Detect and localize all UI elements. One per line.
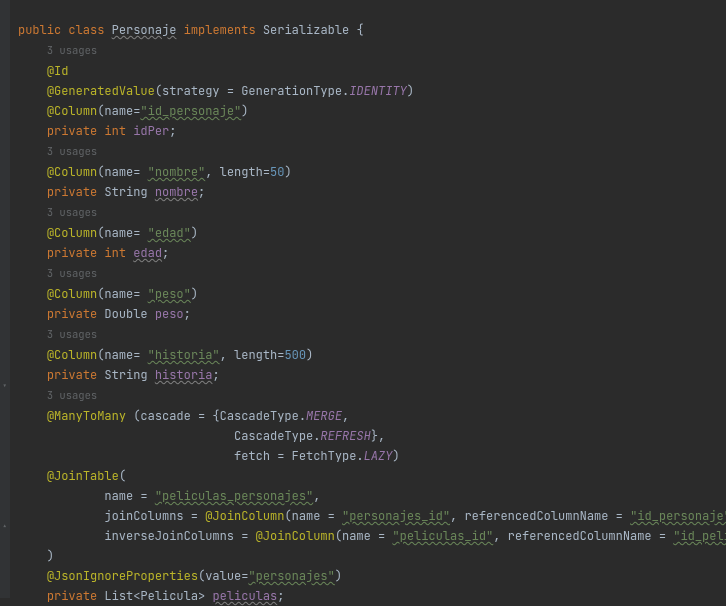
code-editor[interactable]: ▾ ▴ public class Personaje implements Se… <box>0 0 726 598</box>
fold-marker-icon[interactable]: ▾ <box>2 383 9 390</box>
usages-hint: 3 usages <box>18 204 97 220</box>
usages-hint: 3 usages <box>18 143 97 159</box>
line: @GeneratedValue(strategy = GenerationTyp… <box>18 83 414 99</box>
line: @JsonIgnoreProperties(value="personajes"… <box>18 568 342 584</box>
line: CascadeType.REFRESH}, <box>18 428 385 444</box>
line: name = "peliculas_personajes", <box>18 488 320 504</box>
line: @Column(name= "edad") <box>18 225 198 241</box>
usages-hint: 3 usages <box>18 265 97 281</box>
line: @Column(name= "nombre", length=50) <box>18 164 292 180</box>
line: @Column(name= "historia", length=500) <box>18 347 313 363</box>
line: @Id <box>18 63 68 79</box>
code-area[interactable]: public class Personaje implements Serial… <box>10 0 726 598</box>
line: joinColumns = @JoinColumn(name = "person… <box>18 508 726 524</box>
fold-marker-icon[interactable]: ▴ <box>2 523 9 530</box>
line: private Double peso; <box>18 306 191 322</box>
line: private List<Pelicula> peliculas; <box>18 588 284 604</box>
line: public class Personaje implements Serial… <box>18 22 364 38</box>
line: fetch = FetchType.LAZY) <box>18 448 400 464</box>
line: ) <box>18 548 54 564</box>
line: private int idPer; <box>18 123 176 139</box>
line: private String nombre; <box>18 184 205 200</box>
line: @JoinTable( <box>18 468 126 484</box>
line: @Column(name="id_personaje") <box>18 103 248 119</box>
usages-hint: 3 usages <box>18 387 97 403</box>
gutter: ▾ ▴ <box>0 0 10 598</box>
line: @ManyToMany (cascade = {CascadeType.MERG… <box>18 408 349 424</box>
usages-hint: 3 usages <box>18 42 97 58</box>
line: inverseJoinColumns = @JoinColumn(name = … <box>18 528 726 544</box>
line: private String historia; <box>18 367 220 383</box>
line: @Column(name= "peso") <box>18 286 198 302</box>
line: private int edad; <box>18 245 169 261</box>
usages-hint: 3 usages <box>18 326 97 342</box>
